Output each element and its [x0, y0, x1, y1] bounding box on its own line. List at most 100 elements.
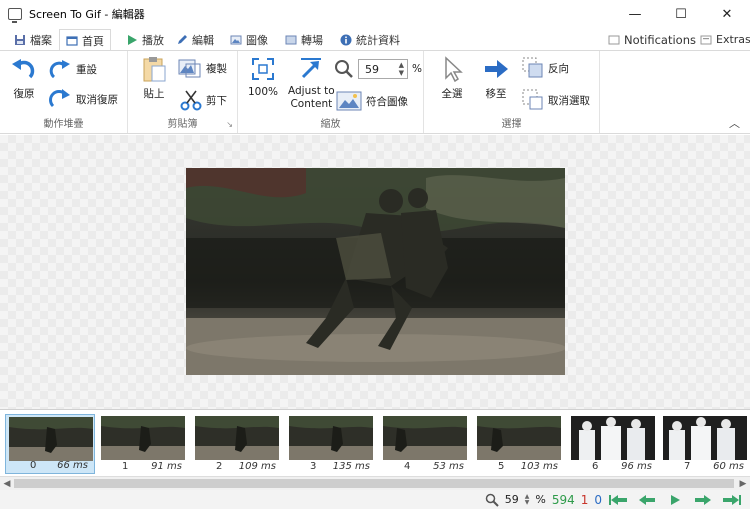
frame-delay: 66 ms: [57, 460, 88, 471]
scissors-icon: [180, 90, 202, 111]
play-button[interactable]: [664, 492, 686, 508]
frame-delay: 135 ms: [332, 461, 370, 472]
frame-thumbnail-image: [663, 416, 747, 460]
scroll-left-icon[interactable]: ◀: [0, 477, 14, 491]
fit-image-button[interactable]: 符合圖像: [336, 91, 408, 111]
status-zoom-spinner-icon[interactable]: ▲ ▼: [525, 493, 530, 506]
zoom-100-button[interactable]: 100%: [248, 55, 278, 98]
tab-image[interactable]: 圖像: [224, 29, 274, 50]
fullscreen-icon: [252, 58, 275, 80]
reset-label: 取消復原: [76, 93, 118, 106]
zoom-spinner-icon[interactable]: ▲ ▼: [399, 61, 404, 77]
notifications-button[interactable]: Notifications: [602, 29, 702, 50]
close-button[interactable]: ✕: [704, 0, 750, 28]
status-zoom-unit: %: [535, 493, 546, 506]
frame-thumbnail-image: [9, 417, 93, 461]
first-frame-button[interactable]: [608, 492, 630, 508]
paste-icon: [143, 57, 166, 82]
reset-button[interactable]: 取消復原: [48, 87, 118, 111]
zoom-control: 59 ▲ ▼ %: [334, 59, 422, 79]
group-action-label: 動作堆疊: [43, 119, 84, 130]
collapse-ribbon-icon[interactable]: ︿: [729, 115, 740, 131]
undo-label: 復原: [13, 88, 35, 100]
tab-statistics[interactable]: 統計資料: [334, 29, 406, 50]
app-monitor-icon: [8, 8, 22, 23]
undo-icon: [12, 59, 35, 79]
fit-image-label: 符合圖像: [366, 95, 408, 108]
group-select: 全選 移至 反向 取消選取 選擇: [424, 51, 600, 133]
scroll-right-icon[interactable]: ▶: [736, 477, 750, 491]
transition-icon: [285, 35, 297, 44]
zoom-input[interactable]: 59 ▲ ▼: [358, 59, 408, 79]
frame-strip: 0 66 ms 1 91 ms 2 109 ms 3 135 ms 4 53 m…: [0, 409, 750, 475]
group-action-stack: 復原 重設 取消復原 動作堆疊: [0, 51, 128, 133]
tab-image-label: 圖像: [246, 33, 268, 47]
selected-count: 1: [580, 492, 589, 507]
maximize-button[interactable]: ☐: [658, 0, 704, 28]
frame-thumbnail[interactable]: 0 66 ms: [5, 414, 95, 474]
frame-thumbnail[interactable]: 2 109 ms: [192, 414, 282, 474]
adjust-label-1: Adjust to: [288, 85, 335, 97]
copy-label: 複製: [206, 62, 227, 75]
extras-button[interactable]: Extras: [694, 29, 750, 50]
frame-thumbnail-image: [289, 416, 373, 460]
frame-delay: 109 ms: [238, 461, 276, 472]
frame-thumbnail[interactable]: 5 103 ms: [474, 414, 564, 474]
deselect-icon: [522, 89, 543, 110]
tab-statistics-label: 統計資料: [356, 33, 400, 47]
frame-number: 6: [592, 461, 599, 472]
frame-strip-scrollbar[interactable]: ◀ ▶: [0, 476, 750, 490]
window-title: Screen To Gif - 編輯器: [29, 8, 145, 21]
go-to-button[interactable]: 移至: [482, 55, 510, 101]
tab-playback[interactable]: 播放: [120, 29, 170, 50]
status-zoom-value[interactable]: 59: [505, 493, 519, 506]
dialog-launcher-icon[interactable]: ↘: [226, 120, 233, 129]
frame-thumbnail[interactable]: 1 91 ms: [98, 414, 188, 474]
previous-frame-button[interactable]: [636, 492, 658, 508]
undo-button[interactable]: 復原: [10, 55, 38, 101]
redo-button[interactable]: 重設: [48, 57, 97, 81]
cut-label: 剪下: [206, 94, 227, 107]
previous-frame-icon: [639, 494, 655, 505]
tab-edit-label: 編輯: [192, 33, 214, 47]
extras-icon: [700, 35, 712, 44]
pencil-icon: [178, 34, 187, 44]
copy-button[interactable]: 複製: [178, 57, 227, 79]
tab-home[interactable]: 首頁: [59, 29, 111, 51]
frame-number: 7: [684, 461, 691, 472]
reset-icon: [49, 89, 70, 108]
last-frame-button[interactable]: [720, 492, 742, 508]
info-icon: [340, 34, 352, 45]
minimize-button[interactable]: —: [612, 0, 658, 28]
next-frame-icon: [695, 494, 711, 505]
next-frame-button[interactable]: [692, 492, 714, 508]
frame-delay: 60 ms: [713, 461, 744, 472]
deselect-button[interactable]: 取消選取: [522, 89, 590, 111]
scrollbar-thumb[interactable]: [14, 479, 734, 488]
zoom-magnifier-icon: [485, 493, 499, 507]
tab-file-label: 檔案: [30, 33, 52, 47]
paste-button[interactable]: 貼上: [140, 55, 168, 101]
tab-edit[interactable]: 編輯: [170, 29, 220, 50]
select-all-button[interactable]: 全選: [438, 55, 466, 101]
inverse-button[interactable]: 反向: [522, 57, 569, 79]
deselect-label: 取消選取: [548, 94, 590, 107]
adjust-to-content-button[interactable]: Adjust to Content: [288, 55, 335, 111]
select-all-label: 全選: [441, 88, 463, 100]
adjust-label-2: Content: [290, 98, 333, 110]
frame-thumbnail[interactable]: 4 53 ms: [380, 414, 470, 474]
tab-file[interactable]: 檔案: [8, 29, 58, 50]
tab-home-label: 首頁: [82, 34, 104, 48]
frame-delay: 96 ms: [621, 461, 652, 472]
frame-thumbnail[interactable]: 6 96 ms: [568, 414, 658, 474]
arrow-right-icon: [485, 60, 508, 78]
frame-thumbnail[interactable]: 3 135 ms: [286, 414, 376, 474]
frame-delay: 53 ms: [433, 461, 464, 472]
tab-transitions[interactable]: 轉場: [279, 29, 329, 50]
first-frame-icon: [609, 494, 627, 505]
magnifier-icon: [335, 60, 353, 78]
frame-thumbnail[interactable]: 7 60 ms: [660, 414, 750, 474]
ribbon-tabs: 檔案 首頁 播放 編輯 圖像 轉場 統計資料 Notifications Ext…: [0, 29, 750, 51]
cut-button[interactable]: 剪下: [180, 89, 227, 111]
tab-playback-label: 播放: [142, 33, 164, 47]
